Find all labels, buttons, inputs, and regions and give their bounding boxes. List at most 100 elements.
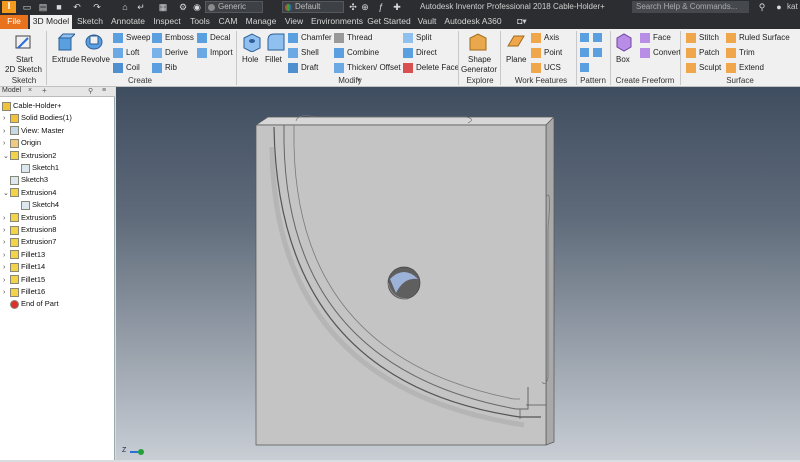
browser-item-extrusion4[interactable]: ⌄ Extrusion4 [3,187,56,198]
decal-button[interactable]: Decal [197,33,230,43]
add-tab-icon[interactable]: + [42,86,47,95]
loft-button[interactable]: Loft [113,48,139,58]
import-button[interactable]: Import [197,48,233,58]
return-icon[interactable]: ↵ [136,2,146,12]
patch-button[interactable]: Patch [686,48,719,58]
shell-button[interactable]: Shell [288,48,319,58]
split-button[interactable]: Split [403,33,432,43]
tab-file[interactable]: File [0,15,28,29]
point-button[interactable]: Point [531,48,562,58]
start-sketch-label[interactable]: Start [16,55,33,64]
appearance-select[interactable]: Default [282,1,344,13]
extrude-button[interactable]: Extrude [52,55,80,64]
rectangular-pattern-icon[interactable] [580,33,589,42]
direct-button[interactable]: Direct [403,48,437,58]
circular-pattern-icon[interactable] [593,33,602,42]
adjust-icon[interactable]: ✣ [348,2,358,12]
expand-icon[interactable]: › [3,287,10,298]
new-file-icon[interactable]: ▭ [22,2,32,12]
search-icon[interactable]: ⚲ [88,87,93,95]
tab-model[interactable]: Model [2,87,21,94]
shape-generator-label[interactable]: Shape [468,55,491,64]
freeform-face-button[interactable]: Face [640,33,671,43]
expand-icon[interactable]: › [3,213,10,224]
emboss-button[interactable]: Emboss [152,33,194,43]
user-name[interactable]: kat [787,2,798,11]
browser-item-extrusion5[interactable]: › Extrusion5 [3,212,56,223]
revolve-icon[interactable] [84,32,104,52]
browser-item-view-master[interactable]: › View: Master [3,125,64,136]
tab-vault[interactable]: Vault [413,15,441,29]
browser-item-end-of-part[interactable]: End of Part [3,298,59,309]
close-icon[interactable]: × [28,87,32,94]
hole-button[interactable]: Hole [242,55,258,64]
browser-item-extrusion2[interactable]: ⌄ Extrusion2 [3,150,56,161]
combine-button[interactable]: Combine [334,48,379,58]
freeform-convert-button[interactable]: Convert [640,48,681,58]
rib-button[interactable]: Rib [152,63,177,73]
tab-cam[interactable]: CAM [216,15,240,29]
search-input[interactable]: Search Help & Commands... [632,1,749,13]
measure-icon[interactable]: ✚ [392,2,402,12]
home-icon[interactable]: ⌂ [120,2,130,12]
update-icon[interactable]: ⚙ [178,2,188,12]
tab-annotate[interactable]: Annotate [108,15,148,29]
fillet-icon[interactable] [266,32,286,52]
ucs-button[interactable]: UCS [531,63,561,73]
select-filter-icon[interactable]: ▦ [158,2,168,12]
modify-expand-icon[interactable]: ▾ [357,76,361,84]
hole-icon[interactable] [242,32,262,52]
expand-icon[interactable]: › [3,138,10,149]
axis-button[interactable]: Axis [531,33,559,43]
delete-face-button[interactable]: Delete Face [403,63,459,73]
draft-button[interactable]: Draft [288,63,318,73]
thicken-offset-button[interactable]: Thicken/ Offset [334,63,401,73]
expand-icon[interactable]: ⌄ [3,188,10,199]
tab-sketch[interactable]: Sketch [74,15,106,29]
chamfer-button[interactable]: Chamfer [288,33,332,43]
revolve-button[interactable]: Revolve [81,55,110,64]
expand-icon[interactable]: › [3,126,10,137]
tab-inspect[interactable]: Inspect [150,15,184,29]
extrude-icon[interactable] [55,32,75,52]
tab-3d-model[interactable]: 3D Model [30,15,72,29]
user-icon[interactable]: ● [774,2,784,12]
shape-generator-icon[interactable] [468,32,488,52]
freeform-box-icon[interactable] [614,32,634,52]
search-icon[interactable]: ⚲ [757,2,767,12]
camera-icon[interactable]: ◘▾ [512,15,532,29]
browser-item-sketch1[interactable]: Sketch1 [14,162,59,173]
browser-item-sketch4[interactable]: Sketch4 [14,199,59,210]
clear-icon[interactable]: ⊕ [360,2,370,12]
derive-button[interactable]: Derive [152,48,188,58]
save-icon[interactable]: ■ [54,2,64,12]
menu-icon[interactable]: ≡ [102,87,106,94]
sculpt-button[interactable]: Sculpt [686,63,721,73]
start-sketch-icon[interactable] [14,32,34,52]
browser-item-solid-bodies-1[interactable]: › Solid Bodies(1) [3,112,72,123]
coil-button[interactable]: Coil [113,63,140,73]
fx-icon[interactable]: ƒ [376,2,386,12]
undo-icon[interactable]: ↶ [72,2,82,12]
browser-item-fillet13[interactable]: › Fillet13 [3,249,45,260]
part-3d-model[interactable] [116,87,800,460]
ruled-surface-button[interactable]: Ruled Surface [726,33,790,43]
tab-manage[interactable]: Manage [243,15,279,29]
material-select[interactable]: Generic [205,1,263,13]
expand-icon[interactable]: › [3,250,10,261]
browser-item-sketch3[interactable]: Sketch3 [3,174,48,185]
browser-item-fillet14[interactable]: › Fillet14 [3,261,45,272]
fillet-button[interactable]: Fillet [265,55,282,64]
browser-item-extrusion8[interactable]: › Extrusion8 [3,224,56,235]
start-sketch-label-2[interactable]: 2D Sketch [5,65,42,74]
browser-item-fillet16[interactable]: › Fillet16 [3,286,45,297]
plane-button[interactable]: Plane [506,55,526,64]
browser-item-origin[interactable]: › Origin [3,137,41,148]
sketch-pattern-icon[interactable] [593,48,602,57]
tab-get-started[interactable]: Get Started [367,15,411,29]
expand-icon[interactable]: › [3,237,10,248]
plane-icon[interactable] [506,32,526,52]
tab-tools[interactable]: Tools [186,15,214,29]
open-folder-icon[interactable]: ▤ [38,2,48,12]
extend-button[interactable]: Extend [726,63,764,73]
